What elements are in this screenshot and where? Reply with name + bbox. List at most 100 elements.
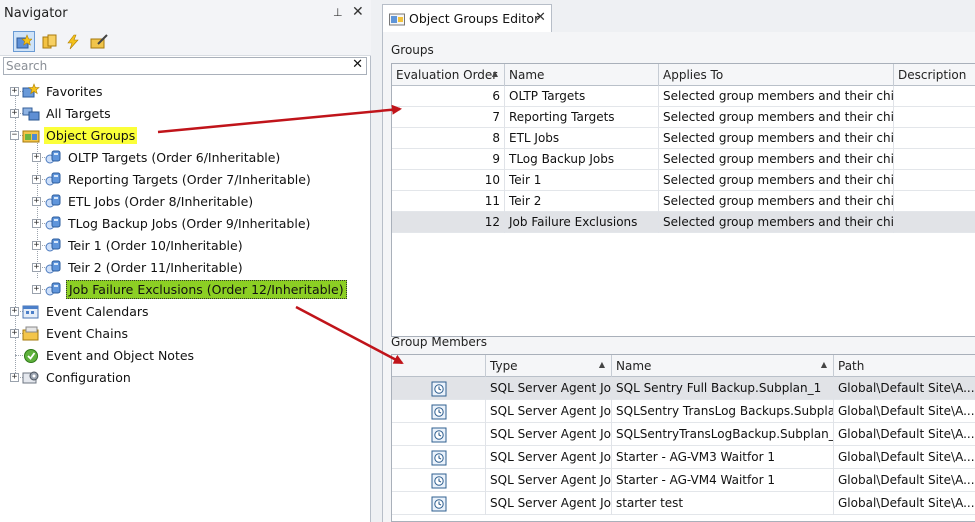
navigator-toolbar [0,28,371,56]
cell-description [894,86,975,107]
agent-job-icon [431,473,446,488]
table-row[interactable]: 6 OLTP Targets Selected group members and … [392,86,975,107]
sort-ascending-icon: ▲ [598,360,605,369]
sort-ascending-icon: ▲ [491,69,498,78]
favorites-star-button[interactable] [13,31,35,52]
tree-item-label: Teir 2 (Order 11/Inheritable) [68,259,243,275]
pin-icon[interactable]: ⊥ [333,6,343,19]
cell-applies: Selected group members and their childre… [659,191,894,212]
column-header-evaluation-order[interactable]: Evaluation Order ▲ [392,64,505,86]
tree-item[interactable]: + Teir 2 (Order 11/Inheritable) [32,256,245,278]
database-button[interactable] [38,31,60,52]
cell-icon [392,469,486,492]
tree-item[interactable]: Event and Object Notes [10,344,196,366]
cell-icon [392,492,486,515]
expand-icon[interactable]: + [10,306,19,316]
table-row[interactable]: SQL Server Agent Job starter test Global\D… [392,492,975,515]
expand-icon[interactable]: + [32,240,41,250]
tree-item[interactable]: + Event Chains [10,322,130,344]
cell-order: 6 [392,86,505,107]
close-navigator-icon[interactable]: ✕ [352,4,364,20]
column-header-member-name[interactable]: Name ▲ [612,355,834,377]
table-row[interactable]: SQL Server Agent Job Starter - AG-VM3 Wai… [392,446,975,469]
column-header-description[interactable]: Description [894,64,975,86]
expand-icon[interactable]: + [10,108,19,118]
tree-item[interactable]: + Reporting Targets (Order 7/Inheritable) [32,168,313,190]
cell-order: 7 [392,107,505,128]
search-input[interactable] [6,59,336,73]
cell-name: Job Failure Exclusions [505,212,659,233]
cell-name: Reporting Targets [505,107,659,128]
cell-path: Global\Default Site\A... [834,446,975,469]
close-tab-icon[interactable]: ✕ [535,10,546,25]
chain-icon [22,326,39,341]
tree-item[interactable]: + Configuration [10,366,133,388]
column-header-applies-to[interactable]: Applies To [659,64,894,86]
tree-item[interactable]: − Object Groups [10,124,138,146]
table-row[interactable]: SQL Server Agent Job SQLSentryTransLogBac… [392,423,975,446]
cell-path: Global\Default Site\A... [834,423,975,446]
cell-applies: Selected group members and their childre… [659,149,894,170]
tree-item[interactable]: + Favorites [10,80,104,102]
tab-object-groups-editor[interactable]: Object Groups Editor ✕ [382,4,552,32]
cell-icon [392,423,486,446]
cell-applies: Selected group members and their childre… [659,86,894,107]
expand-icon[interactable]: + [10,86,19,96]
cell-name: Teir 2 [505,191,659,212]
cell-order: 10 [392,170,505,191]
tree-item[interactable]: + Teir 1 (Order 10/Inheritable) [32,234,245,256]
edit-folder-button[interactable] [88,31,110,52]
database-icon [42,34,57,48]
tree-item[interactable]: + Event Calendars [10,300,151,322]
column-header-type[interactable]: Type ▲ [486,355,612,377]
cell-type: SQL Server Agent Job [486,446,612,469]
table-row[interactable]: SQL Server Agent Job SQL Sentry Full Back… [392,377,975,400]
expand-icon[interactable]: + [32,284,41,294]
table-row[interactable]: 11 Teir 2 Selected group members and their… [392,191,975,212]
expand-icon[interactable]: + [10,328,19,338]
expand-icon[interactable]: + [32,262,41,272]
cell-description [894,128,975,149]
calendar-icon [22,305,39,319]
cell-description [894,170,975,191]
cell-name: ETL Jobs [505,128,659,149]
lightning-button[interactable] [62,31,84,52]
cell-order: 12 [392,212,505,233]
clear-search-icon[interactable]: ✕ [352,57,363,72]
table-row[interactable]: 9 TLog Backup Jobs Selected group members … [392,149,975,170]
table-row[interactable]: 8 ETL Jobs Selected group members and thei… [392,128,975,149]
table-row[interactable]: SQL Server Agent Job SQLSentry TransLog B… [392,400,975,423]
table-row[interactable]: 10 Teir 1 Selected group members and their… [392,170,975,191]
groups-grid-header: Evaluation Order ▲ Name Applies To Descr… [392,64,975,86]
navigator-search-box: ✕ [3,57,367,75]
column-header-icon[interactable] [392,355,486,377]
group-icon [45,216,61,230]
cell-order: 9 [392,149,505,170]
agent-job-icon [431,427,446,442]
cell-name: SQL Sentry Full Backup.Subplan_1 [612,377,834,400]
expand-icon[interactable]: + [10,372,19,382]
object-groups-editor: Object Groups Editor ✕ Groups Evaluation… [372,0,975,522]
expand-icon[interactable]: + [32,152,41,162]
group-icon [45,260,61,274]
expand-icon[interactable]: + [32,218,41,228]
expand-icon[interactable]: + [32,196,41,206]
cell-type: SQL Server Agent Job [486,400,612,423]
cell-applies: Selected group members and their childre… [659,170,894,191]
tree-item[interactable]: + TLog Backup Jobs (Order 9/Inheritable) [32,212,312,234]
column-header-path[interactable]: Path [834,355,975,377]
group-icon [45,172,61,186]
tree-item[interactable]: + ETL Jobs (Order 8/Inheritable) [32,190,255,212]
tree-item[interactable]: + Job Failure Exclusions (Order 12/Inheri… [32,278,347,300]
members-grid-header: Type ▲ Name ▲ Path [392,355,975,377]
tree-item[interactable]: + OLTP Targets (Order 6/Inheritable) [32,146,282,168]
column-header-name[interactable]: Name [505,64,659,86]
table-row[interactable]: 12 Job Failure Exclusions Selected group m… [392,212,975,233]
tree-item[interactable]: + All Targets [10,102,113,124]
table-row[interactable]: 7 Reporting Targets Selected group members… [392,107,975,128]
collapse-icon[interactable]: − [10,130,19,140]
table-row[interactable]: SQL Server Agent Job Starter - AG-VM4 Wai… [392,469,975,492]
tab-label: Object Groups Editor [409,11,540,26]
navigator-panel: Navigator ⊥ ✕ Search ✕ + Favorites + All… [0,0,371,522]
expand-icon[interactable]: + [32,174,41,184]
